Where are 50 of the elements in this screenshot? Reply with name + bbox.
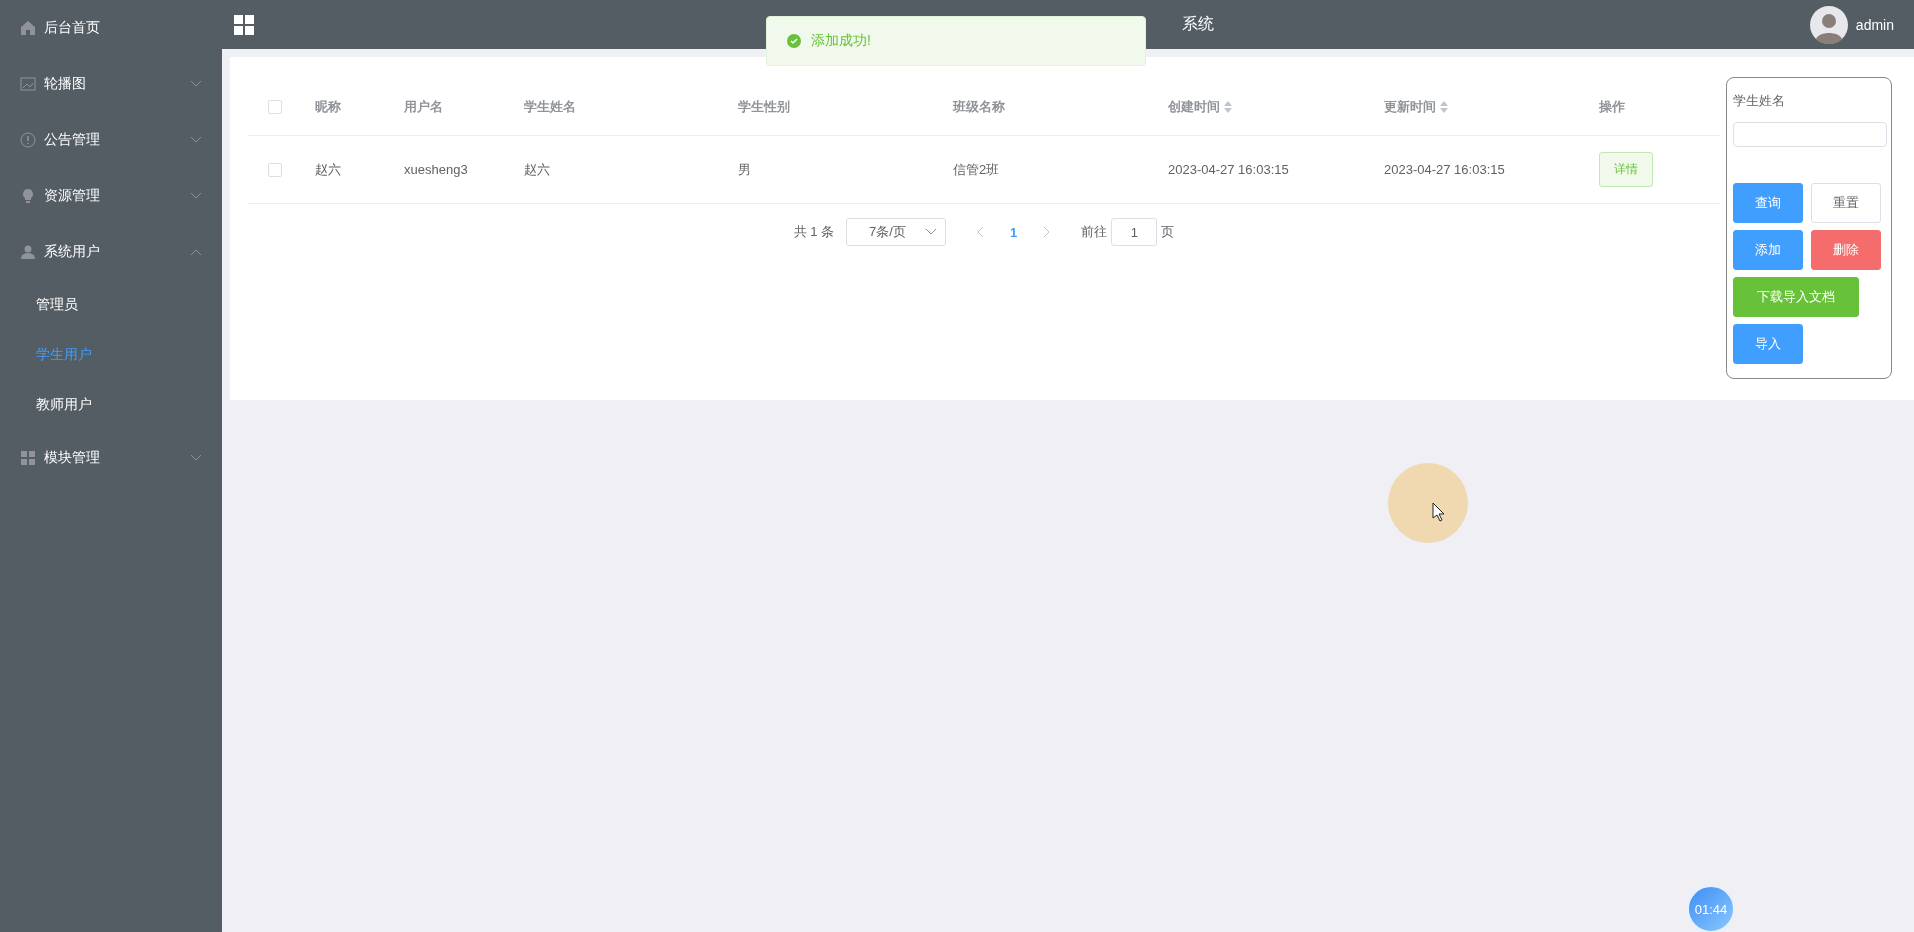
table-cell: 2023-04-27 16:03:15 — [1168, 162, 1289, 177]
goto-page-field[interactable]: 1 — [1111, 218, 1158, 246]
table-cell: 赵六 — [524, 160, 550, 179]
home-icon — [20, 20, 36, 36]
image-icon — [20, 76, 36, 92]
sidebar-item[interactable]: 后台首页 — [0, 0, 222, 56]
table-cell: xuesheng3 — [404, 162, 468, 177]
total-count: 共 1 条 — [793, 223, 835, 241]
check-circle-icon — [787, 34, 801, 48]
action-button[interactable]: 重置 — [1811, 183, 1881, 223]
select-all-checkbox[interactable] — [268, 100, 282, 114]
sidebar-item[interactable]: 资源管理 — [0, 168, 222, 224]
column-header: 学生性别 — [738, 98, 790, 116]
bulb-icon — [20, 188, 36, 204]
grid-menu-icon[interactable] — [234, 14, 254, 35]
avatar-icon[interactable] — [1809, 5, 1848, 44]
table-cell: 男 — [738, 160, 751, 179]
grid-icon — [20, 450, 36, 466]
user-icon — [20, 244, 36, 260]
column-header: 班级名称 — [953, 98, 1005, 116]
chevron-down-icon — [925, 228, 938, 236]
prev-page-icon[interactable] — [976, 226, 985, 238]
app-title: 系统 — [1182, 14, 1214, 34]
sidebar-item[interactable]: 系统用户 — [0, 224, 222, 280]
sort-icon[interactable] — [1440, 101, 1448, 113]
toast-message: 添加成功! — [811, 32, 871, 50]
sidebar-item[interactable]: 轮播图 — [0, 56, 222, 112]
page-suffix: 页 — [1161, 223, 1175, 241]
sidebar-subitem[interactable]: 教师用户 — [0, 380, 222, 430]
table-cell: 2023-04-27 16:03:15 — [1384, 162, 1505, 177]
cursor-icon — [1432, 502, 1446, 522]
table-cell: 信管2班 — [953, 160, 1000, 179]
column-header: 学生姓名 — [524, 98, 576, 116]
sidebar-item[interactable]: 模块管理 — [0, 430, 222, 486]
info-icon — [20, 132, 36, 148]
table-cell: 赵六 — [315, 160, 341, 179]
field-label: 学生姓名 — [1733, 92, 1786, 110]
column-header: 昵称 — [315, 98, 341, 116]
sidebar-item[interactable]: 公告管理 — [0, 112, 222, 168]
page-size-select[interactable]: 7条/页 — [846, 218, 947, 246]
user-name[interactable]: admin — [1855, 16, 1894, 33]
sidebar-subitem[interactable]: 管理员 — [0, 280, 222, 330]
column-header: 操作 — [1599, 98, 1625, 116]
name-input-field[interactable] — [1733, 122, 1887, 147]
next-page-icon[interactable] — [1043, 226, 1052, 238]
column-header: 用户名 — [404, 98, 443, 116]
row-checkbox[interactable] — [268, 162, 282, 177]
goto-label: 前往 — [1081, 223, 1108, 241]
sort-icon[interactable] — [1224, 101, 1232, 113]
timer-badge: 01:44 — [1687, 885, 1735, 932]
